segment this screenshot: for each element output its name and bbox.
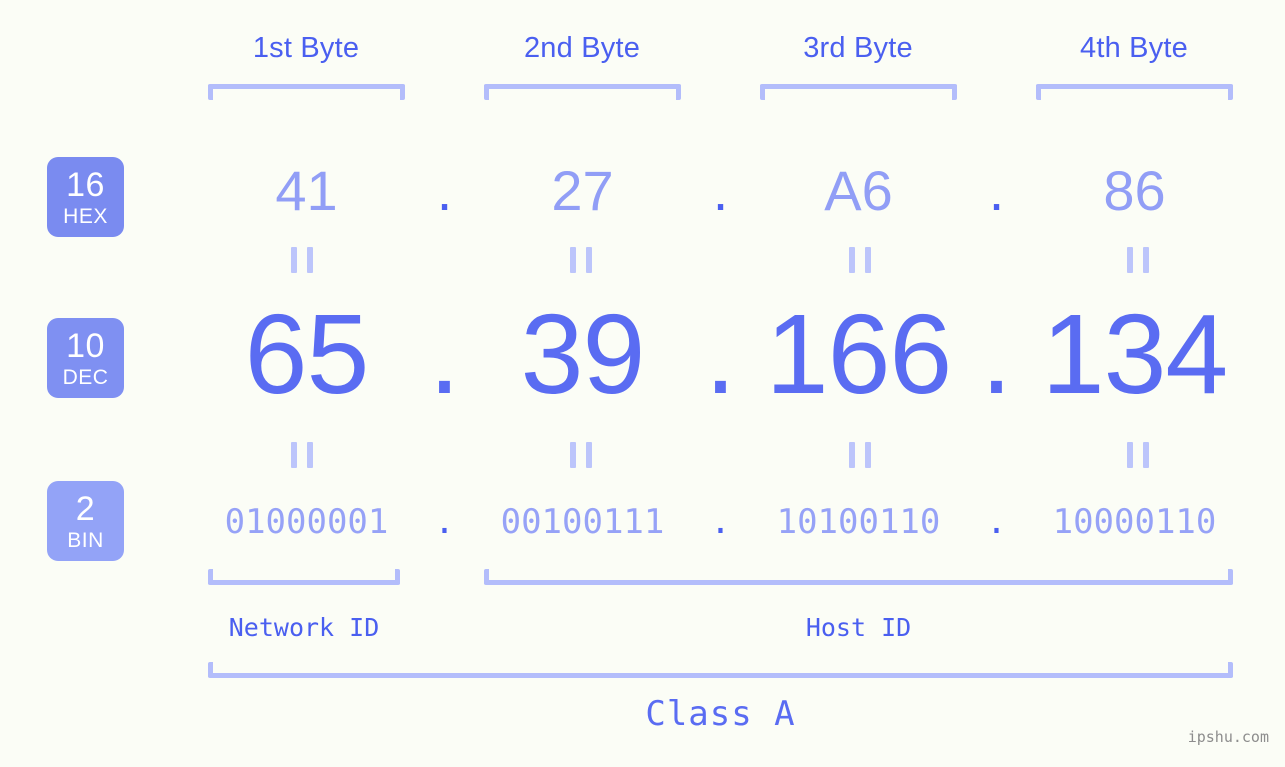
host-id-label: Host ID <box>805 613 912 642</box>
byte-bracket-3 <box>760 84 957 100</box>
hex-byte-2: 27 <box>551 158 614 222</box>
equals-icon-dec-bin-4 <box>1127 442 1149 468</box>
byte-bracket-2 <box>484 84 681 100</box>
dec-value-row: 65 . 39 . 166 . 134 <box>150 291 1270 417</box>
network-id-bracket <box>208 569 400 585</box>
hex-separator-1: . <box>436 158 453 222</box>
equals-icon-hex-dec-2 <box>570 247 592 273</box>
bin-value-row: 01000001 . 00100111 . 10100110 . 1000011… <box>150 497 1270 547</box>
hex-value-row: 41 . 27 . A6 . 86 <box>150 147 1270 233</box>
bin-byte-2: 00100111 <box>500 502 665 542</box>
dec-byte-2: 39 <box>520 291 646 417</box>
hex-separator-2: . <box>712 158 729 222</box>
class-label: Class A <box>645 694 796 734</box>
bin-byte-1: 01000001 <box>224 502 389 542</box>
base-badge-dec-number: 10 <box>66 326 105 365</box>
byte-header-2: 2nd Byte <box>523 32 641 64</box>
base-badge-hex-name: HEX <box>63 204 108 228</box>
byte-bracket-4 <box>1036 84 1233 100</box>
hex-byte-4: 86 <box>1103 158 1166 222</box>
equals-icon-dec-bin-3 <box>849 442 871 468</box>
dec-separator-3: . <box>980 291 1013 417</box>
bin-byte-4: 10000110 <box>1052 502 1217 542</box>
bin-byte-3: 10100110 <box>776 502 941 542</box>
host-id-bracket <box>484 569 1233 585</box>
byte-header-4: 4th Byte <box>1080 32 1188 64</box>
bin-separator-2: . <box>710 502 731 542</box>
base-badge-bin-number: 2 <box>75 489 96 528</box>
base-badge-dec-name: DEC <box>62 365 109 389</box>
hex-separator-3: . <box>988 158 1005 222</box>
base-badge-hex-number: 16 <box>66 165 105 204</box>
equals-icon-hex-dec-4 <box>1127 247 1149 273</box>
byte-header-3: 3rd Byte <box>803 32 913 64</box>
dec-byte-4: 134 <box>1041 291 1229 417</box>
dec-byte-3: 166 <box>765 291 953 417</box>
dec-byte-1: 65 <box>244 291 370 417</box>
hex-byte-3: A6 <box>824 158 893 222</box>
class-bracket <box>208 662 1233 678</box>
network-id-label: Network ID <box>228 613 380 642</box>
equals-icon-dec-bin-1 <box>291 442 313 468</box>
dec-separator-1: . <box>428 291 461 417</box>
byte-header-1: 1st Byte <box>252 32 360 64</box>
bin-separator-3: . <box>986 502 1007 542</box>
byte-bracket-1 <box>208 84 405 100</box>
base-badge-dec: 10 DEC <box>47 318 124 398</box>
equals-icon-dec-bin-2 <box>570 442 592 468</box>
base-badge-bin-name: BIN <box>67 528 104 552</box>
hex-byte-1: 41 <box>275 158 338 222</box>
equals-icon-hex-dec-3 <box>849 247 871 273</box>
base-badge-hex: 16 HEX <box>47 157 124 237</box>
watermark: ipshu.com <box>1187 728 1269 746</box>
base-badge-bin: 2 BIN <box>47 481 124 561</box>
dec-separator-2: . <box>704 291 737 417</box>
bin-separator-1: . <box>434 502 455 542</box>
equals-icon-hex-dec-1 <box>291 247 313 273</box>
ip-address-breakdown-diagram: 1st Byte 2nd Byte 3rd Byte 4th Byte 16 H… <box>0 0 1285 767</box>
